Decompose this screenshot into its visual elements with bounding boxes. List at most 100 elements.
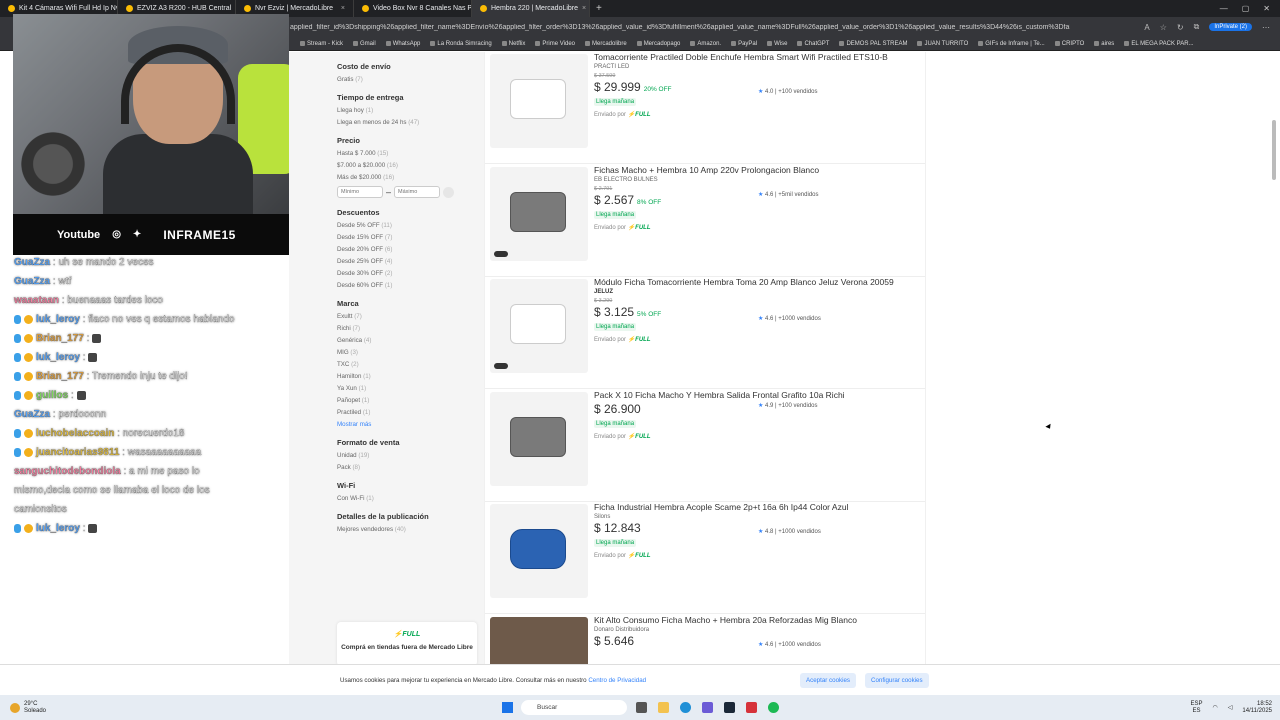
wifi-icon[interactable]: ◠ (1213, 704, 1218, 711)
filter-option[interactable]: Llega hoy (1) (337, 107, 477, 114)
language-indicator[interactable]: ESP ES (1191, 701, 1203, 715)
price-min-input[interactable] (337, 186, 383, 198)
filter-option[interactable]: Ya Xun (1) (337, 385, 477, 392)
bookmark-item[interactable]: aires (1094, 41, 1114, 47)
product-image[interactable] (490, 279, 588, 373)
filter-option[interactable]: Mejores vendedores (40) (337, 526, 477, 533)
browser-tab[interactable]: Hembra 220 | MercadoLibre × (472, 0, 590, 17)
taskbar-search[interactable]: Buscar (521, 700, 627, 715)
bookmark-item[interactable]: La Ronda Simracing (430, 41, 492, 47)
filter-option[interactable]: MIG (3) (337, 349, 477, 356)
file-explorer-icon[interactable] (658, 702, 669, 713)
profile-button[interactable]: InPrivate (2) (1209, 23, 1252, 31)
filter-option[interactable]: Desde 20% OFF (6) (337, 246, 477, 253)
weather-widget[interactable]: 29°C Soleado (10, 701, 46, 715)
filter-option[interactable]: Con Wi-Fi (1) (337, 495, 477, 502)
scrollbar-thumb[interactable] (1272, 120, 1276, 180)
bookmark-item[interactable]: EL MEGA PACK PAR... (1124, 41, 1194, 47)
bookmark-item[interactable]: Gmail (353, 41, 376, 47)
filter-option[interactable]: Practiled (1) (337, 409, 477, 416)
color-variant-icon[interactable] (494, 363, 508, 369)
tab-close-icon[interactable]: × (341, 5, 345, 12)
price-max-input[interactable] (394, 186, 441, 198)
spotify-icon[interactable] (768, 702, 779, 713)
volume-icon[interactable]: ◁ (1228, 704, 1233, 711)
result-item[interactable]: Fichas Macho + Hembra 10 Amp 220v Prolon… (485, 165, 925, 277)
result-item[interactable]: Ficha Industrial Hembra Acople Scame 2p+… (485, 502, 925, 614)
filter-option[interactable]: Desde 5% OFF (11) (337, 222, 477, 229)
color-variant-icon[interactable] (494, 250, 508, 257)
bookmark-item[interactable]: Wise (767, 41, 787, 47)
browser-tab[interactable]: Video Box Nvr 8 Canales Nas Pa× (354, 0, 472, 17)
result-item[interactable]: Pack X 10 Ficha Macho Y Hembra Salida Fr… (485, 390, 925, 502)
bookmark-item[interactable]: DEMOS PAL STREAM (839, 41, 907, 47)
filter-option[interactable]: Exultt (7) (337, 313, 477, 320)
bookmark-item[interactable]: ChatGPT (797, 41, 829, 47)
refresh-icon[interactable]: ↻ (1177, 23, 1184, 32)
close-window-icon[interactable]: ✕ (1263, 4, 1270, 13)
favorite-icon[interactable]: ☆ (1160, 23, 1167, 32)
privacy-center-link[interactable]: Centro de Privacidad (588, 677, 646, 684)
filter-option[interactable]: Gratis (7) (337, 76, 477, 83)
clock[interactable]: 18:52 14/11/2025 (1242, 701, 1272, 715)
steam-icon[interactable] (724, 702, 735, 713)
product-image[interactable] (490, 54, 588, 148)
result-item[interactable]: Kit Alto Consumo Ficha Macho + Hembra 20… (485, 615, 925, 664)
filter-option[interactable]: Hasta $ 7.000 (15) (337, 150, 477, 157)
extensions-icon[interactable]: ⧉ (1194, 22, 1200, 32)
start-button[interactable] (502, 702, 513, 713)
product-image[interactable] (490, 166, 588, 261)
result-item[interactable]: Módulo Ficha Tomacorriente Hembra Toma 2… (485, 277, 925, 389)
bookmark-item[interactable]: Mercadopago (636, 41, 680, 47)
task-view-icon[interactable] (636, 702, 647, 713)
bookmark-item[interactable]: Netflix (501, 41, 525, 47)
app-icon[interactable] (746, 702, 757, 713)
bookmark-item[interactable]: Mercadolibre (585, 41, 627, 47)
bookmark-item[interactable]: CRIPTO (1054, 41, 1084, 47)
bookmark-item[interactable]: Prime Video (535, 41, 575, 47)
bookmark-item[interactable]: PayPal (731, 41, 757, 47)
result-item[interactable]: Tomacorriente Practiled Doble Enchufe He… (485, 52, 925, 164)
minimize-icon[interactable]: — (1220, 4, 1228, 13)
product-title[interactable]: Ficha Industrial Hembra Acople Scame 2p+… (594, 502, 894, 513)
read-aloud-icon[interactable]: A (1144, 23, 1149, 32)
show-more-link[interactable]: Mostrar más (337, 421, 477, 428)
filter-option[interactable]: Desde 30% OFF (2) (337, 270, 477, 277)
filter-option[interactable]: Desde 25% OFF (4) (337, 258, 477, 265)
product-image[interactable] (490, 391, 588, 486)
filter-option[interactable]: Pañopet (1) (337, 397, 477, 404)
filter-option[interactable]: Genérica (4) (337, 337, 477, 344)
product-title[interactable]: Pack X 10 Ficha Macho Y Hembra Salida Fr… (594, 390, 894, 401)
discord-icon[interactable] (702, 702, 713, 713)
filter-option[interactable]: Desde 15% OFF (7) (337, 234, 477, 241)
more-icon[interactable]: ⋯ (1262, 23, 1270, 32)
maximize-icon[interactable]: ▢ (1242, 4, 1250, 13)
edge-icon[interactable] (680, 702, 691, 713)
product-title[interactable]: Fichas Macho + Hembra 10 Amp 220v Prolon… (594, 165, 894, 176)
bookmark-item[interactable]: GIFs de Inframe | Te... (978, 41, 1045, 47)
url-field[interactable]: applied_filter_id%3Dshipping%26applied_f… (290, 24, 1070, 31)
price-apply-button[interactable] (443, 186, 455, 198)
product-image[interactable] (490, 616, 588, 664)
accept-cookies-button[interactable]: Aceptar cookies (800, 673, 857, 688)
product-title[interactable]: Kit Alto Consumo Ficha Macho + Hembra 20… (594, 615, 894, 626)
filter-option[interactable]: Unidad (19) (337, 452, 477, 459)
filter-option[interactable]: TXC (2) (337, 361, 477, 368)
tab-close-icon[interactable]: × (582, 5, 586, 12)
new-tab-button[interactable]: + (590, 3, 608, 14)
bookmark-item[interactable]: JUAN TURRITO (917, 41, 968, 47)
bookmark-item[interactable]: WhatsApp (385, 41, 420, 47)
configure-cookies-button[interactable]: Configurar cookies (865, 673, 929, 688)
filter-option[interactable]: Más de $20.000 (16) (337, 174, 477, 181)
filter-option[interactable]: Hamilton (1) (337, 373, 477, 380)
filter-option[interactable]: Pack (8) (337, 464, 477, 471)
filter-option[interactable]: Llega en menos de 24 hs (47) (337, 119, 477, 126)
product-title[interactable]: Módulo Ficha Tomacorriente Hembra Toma 2… (594, 277, 894, 288)
filter-option[interactable]: $7.000 a $20.000 (16) (337, 162, 477, 169)
bookmark-item[interactable]: Amazon. (690, 41, 721, 47)
full-promo-card[interactable]: ⚡FULL Comprá en tiendas fuera de Mercado… (337, 622, 477, 666)
product-title[interactable]: Tomacorriente Practiled Doble Enchufe He… (594, 52, 894, 63)
bookmark-item[interactable]: Stream - Kick (300, 41, 343, 47)
product-image[interactable] (490, 504, 588, 598)
filter-option[interactable]: Desde 60% OFF (1) (337, 282, 477, 289)
